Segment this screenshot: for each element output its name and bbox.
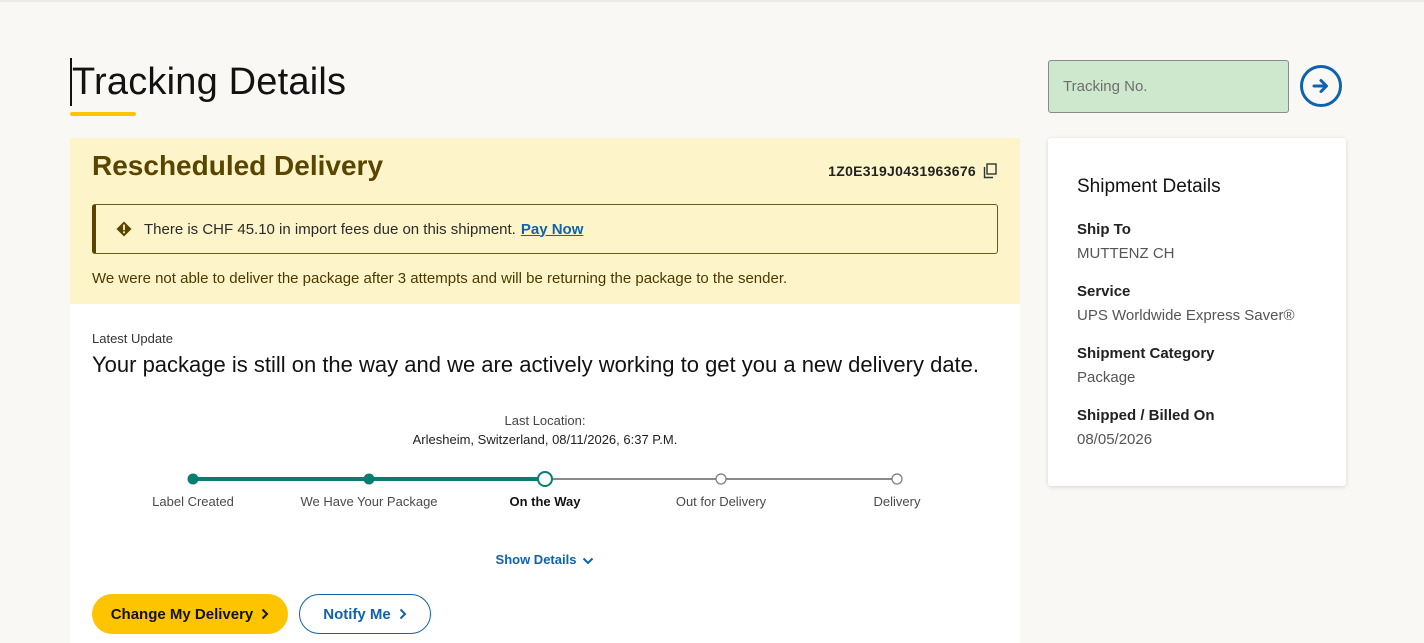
latest-update-text: Your package is still on the way and we …: [92, 352, 980, 377]
shipment-details-card: Shipment Details Ship To MUTTENZ CH Serv…: [1048, 138, 1346, 486]
field-value: Package: [1077, 369, 1136, 386]
top-border: [0, 0, 1424, 2]
notify-me-button[interactable]: Notify Me: [299, 594, 431, 634]
step-current-dot: [537, 471, 553, 487]
show-details-toggle[interactable]: Show Details: [70, 552, 1020, 567]
field-value: MUTTENZ CH: [1077, 245, 1175, 262]
service-field: Service UPS Worldwide Express Saver®: [1077, 283, 1295, 324]
field-label: Ship To: [1077, 221, 1131, 238]
step-label: Delivery: [873, 494, 921, 509]
last-location-value: Arlesheim, Switzerland, 08/11/2026, 6:37…: [412, 432, 678, 447]
field-label: Shipped / Billed On: [1077, 407, 1215, 424]
status-title: Rescheduled Delivery: [92, 150, 384, 181]
ship-to-field: Ship To MUTTENZ CH: [1077, 221, 1175, 262]
arrow-right-circle-icon: [1312, 79, 1328, 93]
tracking-card: Rescheduled Delivery 1Z0E319J0431963676 …: [70, 138, 1020, 643]
track-submit-button[interactable]: [1300, 65, 1342, 107]
step-label: Label Created: [152, 494, 234, 509]
step-pending-dot: [715, 473, 727, 485]
title-underline: [70, 112, 136, 116]
delivery-message: We were not able to deliver the package …: [92, 270, 788, 287]
progress-step-we-have-your-package: We Have Your Package: [279, 468, 459, 509]
shipment-category-field: Shipment Category Package: [1077, 345, 1215, 386]
step-complete-dot: [187, 473, 199, 485]
step-label: On the Way: [509, 494, 581, 509]
step-label: We Have Your Package: [300, 494, 438, 509]
chevron-right-icon: [262, 608, 269, 619]
field-value: UPS Worldwide Express Saver®: [1077, 307, 1295, 324]
latest-update-label: Latest Update: [92, 331, 173, 346]
tracking-number: 1Z0E319J0431963676: [828, 163, 976, 179]
pay-now-link[interactable]: Pay Now: [521, 221, 584, 238]
progress-tracker: Label Created We Have Your Package On th…: [70, 468, 1020, 518]
chevron-right-icon: [399, 608, 407, 619]
field-label: Shipment Category: [1077, 345, 1215, 362]
shipped-billed-on-field: Shipped / Billed On 08/05/2026: [1077, 407, 1215, 448]
progress-step-out-for-delivery: Out for Delivery: [631, 468, 811, 509]
step-pending-dot: [891, 473, 903, 485]
step-complete-dot: [363, 473, 375, 485]
copy-icon[interactable]: [983, 163, 997, 179]
field-value: 08/05/2026: [1077, 431, 1153, 448]
chevron-down-icon: [583, 557, 594, 564]
shipment-details-title: Shipment Details: [1077, 176, 1221, 197]
progress-step-label-created: Label Created: [103, 468, 283, 509]
notify-me-label: Notify Me: [323, 605, 391, 623]
tracking-number-input[interactable]: [1048, 60, 1289, 113]
last-location-label: Last Location:: [504, 413, 586, 428]
progress-step-delivery: Delivery: [807, 468, 987, 509]
step-label: Out for Delivery: [675, 494, 767, 509]
field-label: Service: [1077, 283, 1131, 300]
show-details-label: Show Details: [495, 552, 577, 567]
import-fee-notice: There is CHF 45.10 in import fees due on…: [92, 204, 998, 254]
fee-text: There is CHF 45.10 in import fees due on…: [144, 220, 516, 238]
page-title: Tracking Details: [70, 58, 346, 106]
change-delivery-label: Change My Delivery: [110, 605, 254, 623]
progress-step-on-the-way: On the Way: [455, 468, 635, 509]
change-my-delivery-button[interactable]: Change My Delivery: [92, 594, 288, 634]
warning-diamond-icon: [116, 221, 132, 237]
status-panel: Rescheduled Delivery 1Z0E319J0431963676 …: [70, 138, 1020, 304]
